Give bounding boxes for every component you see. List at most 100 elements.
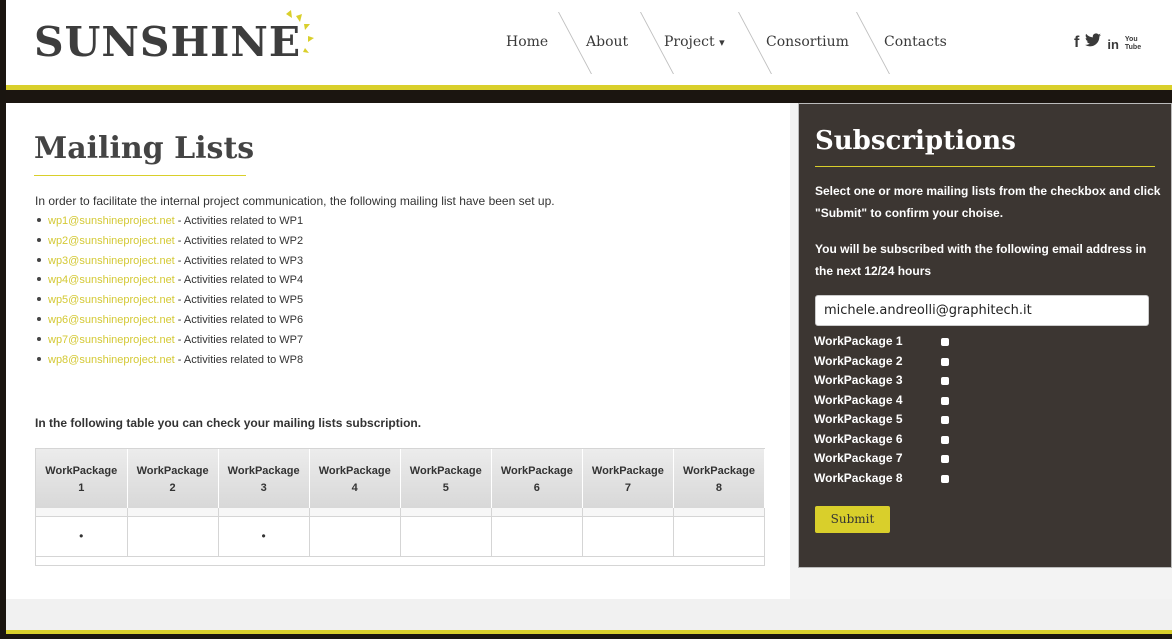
mailing-link-wp7[interactable]: wp7@sunshineproject.net [48, 334, 175, 346]
nav-project[interactable]: Project ▾ [664, 34, 725, 50]
footer-dark-band [6, 634, 1172, 639]
spacer-cell [400, 508, 492, 516]
header-number: 3 [260, 481, 267, 494]
list-item-desc: - Activities related to WP3 [174, 254, 304, 267]
header-label: WorkPackage [318, 464, 391, 477]
list-item: wp6@sunshineproject.net - Activities rel… [37, 311, 303, 331]
workpackage-checkbox-6[interactable] [941, 435, 949, 444]
list-item-desc: - Activities related to WP7 [174, 333, 304, 346]
email-field[interactable] [815, 295, 1149, 326]
workpackage-checkbox-8[interactable] [941, 474, 949, 483]
table-cell-wp4 [309, 515, 401, 557]
list-item: wp4@sunshineproject.net - Activities rel… [37, 271, 303, 291]
linkedin-icon[interactable]: in [1107, 37, 1119, 52]
sun-rays-icon [286, 10, 314, 53]
nav-about[interactable]: About [586, 34, 628, 50]
column-header-wp1: WorkPackage 1 [36, 449, 128, 508]
table-cell-wp8 [673, 515, 766, 557]
nav-project-label: Project [664, 34, 715, 50]
header-label: WorkPackage [45, 464, 118, 477]
spacer-cell [218, 508, 310, 516]
bullet-icon [37, 336, 41, 341]
mailing-link-wp1[interactable]: wp1@sunshineproject.net [48, 215, 175, 227]
list-item-desc: - Activities related to WP6 [174, 313, 304, 326]
spacer-cell [491, 508, 583, 516]
header-number: 7 [624, 481, 631, 494]
list-item-desc: - Activities related to WP2 [174, 234, 304, 247]
header-number: 8 [715, 481, 723, 494]
table-spacer-row [36, 508, 766, 516]
mailing-link-wp8[interactable]: wp8@sunshineproject.net [48, 354, 175, 366]
list-item-desc: - Activities related to WP8 [174, 353, 304, 366]
workpackage-checkbox-5[interactable] [941, 416, 949, 424]
table-header-row: WorkPackage 1 WorkPackage 2 WorkPackage 3 W… [36, 449, 766, 508]
workpackage-checkbox-1[interactable] [941, 338, 949, 346]
header-dark-band [6, 90, 1172, 103]
workpackage-label: WorkPackage 4 [814, 392, 903, 407]
workpackage-checkbox-4[interactable] [941, 396, 949, 405]
mailing-link-wp4[interactable]: wp4@sunshineproject.net [48, 274, 175, 286]
column-header-wp8: WorkPackage 8 [673, 449, 766, 508]
workpackage-label: WorkPackage 1 [814, 334, 903, 348]
twitter-icon[interactable] [1085, 33, 1102, 52]
workpackage-option: WorkPackage 2 [814, 354, 949, 374]
header-label: WorkPackage [500, 464, 573, 477]
workpackage-option: WorkPackage 5 [814, 412, 949, 432]
facebook-icon[interactable]: f [1074, 34, 1079, 52]
workpackage-option: WorkPackage 3 [814, 373, 949, 393]
table-cell-wp7 [582, 515, 674, 557]
workpackage-option: WorkPackage 7 [814, 451, 949, 471]
mailing-link-wp6[interactable]: wp6@sunshineproject.net [48, 314, 175, 326]
spacer-cell [36, 508, 128, 516]
bullet-icon [37, 237, 41, 242]
header-number: 4 [351, 481, 358, 494]
spacer-cell [673, 508, 766, 516]
list-item: wp8@sunshineproject.net - Activities rel… [37, 351, 303, 371]
nav-home[interactable]: Home [506, 34, 548, 50]
youtube-icon[interactable]: You Tube [1125, 36, 1141, 52]
mailing-link-wp2[interactable]: wp2@sunshineproject.net [48, 235, 175, 247]
mailing-link-wp5[interactable]: wp5@sunshineproject.net [48, 294, 175, 306]
intro-text: In order to facilitate the internal proj… [35, 194, 555, 208]
spacer-cell [582, 508, 674, 516]
social-links: f in You Tube [1074, 33, 1141, 52]
workpackage-label: WorkPackage 5 [814, 412, 903, 426]
footer-strip [6, 599, 1172, 630]
column-header-wp5: WorkPackage 5 [400, 449, 492, 508]
main-content: Mailing Lists In order to facilitate the… [6, 103, 790, 599]
list-item: wp3@sunshineproject.net - Activities rel… [37, 252, 303, 272]
workpackage-label: WorkPackage 6 [814, 431, 903, 446]
workpackage-checkbox-7[interactable] [941, 455, 949, 463]
header-number: 1 [78, 481, 85, 494]
instructions-text: Select one or more mailing lists from th… [815, 184, 1161, 220]
column-header-wp7: WorkPackage 7 [582, 449, 674, 508]
subscription-table: WorkPackage 1 WorkPackage 2 WorkPackage 3 W… [35, 448, 766, 566]
nav-consortium[interactable]: Consortium [766, 34, 849, 50]
workpackage-option: WorkPackage 1 [814, 334, 949, 354]
spacer-cell [309, 508, 401, 516]
chevron-down-icon: ▾ [719, 36, 725, 49]
bullet-icon [37, 277, 41, 282]
header-number: 6 [533, 481, 540, 494]
workpackage-checkbox-2[interactable] [941, 357, 949, 366]
page-frame: SUNSHINE Home About Project ▾ Consortium… [6, 0, 1172, 639]
site-logo[interactable]: SUNSHINE [34, 22, 301, 63]
table-cell-wp5 [400, 515, 492, 557]
workpackage-option: WorkPackage 8 [814, 470, 949, 491]
mailing-link-wp3[interactable]: wp3@sunshineproject.net [48, 255, 175, 267]
workpackage-label: WorkPackage 8 [814, 470, 903, 485]
header-label: WorkPackage [136, 464, 209, 477]
list-item-desc: - Activities related to WP1 [174, 215, 304, 227]
workpackage-option: WorkPackage 6 [814, 431, 949, 452]
list-item-desc: - Activities related to WP5 [174, 294, 304, 307]
header-label: WorkPackage [409, 464, 482, 477]
bullet-icon [37, 257, 41, 262]
list-item: wp2@sunshineproject.net - Activities rel… [37, 232, 303, 252]
nav-contacts[interactable]: Contacts [884, 34, 947, 50]
table-cell-wp1: • [36, 515, 128, 557]
bullet-icon [37, 317, 41, 322]
workpackage-checkbox-3[interactable] [941, 377, 949, 385]
table-caption: In the following table you can check you… [35, 416, 422, 430]
title-underline [34, 175, 246, 176]
submit-button[interactable]: Submit [815, 506, 890, 533]
